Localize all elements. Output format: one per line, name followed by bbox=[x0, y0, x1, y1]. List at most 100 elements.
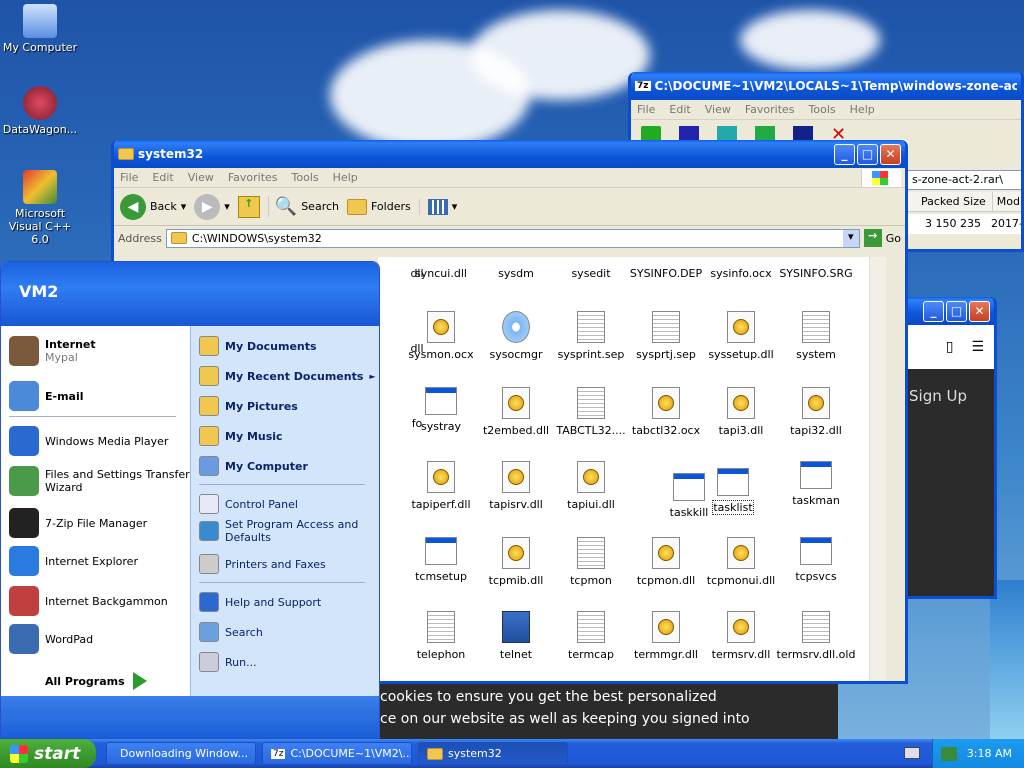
file-item[interactable]: tcmsetup bbox=[400, 537, 482, 583]
start-menu-program[interactable]: 7-Zip File Manager bbox=[9, 508, 147, 538]
file-view[interactable]: dll syncui.dll sysdm sysedit SYSINFO.DEP sysi… bbox=[378, 257, 886, 681]
menu-tools[interactable]: Tools bbox=[292, 171, 319, 184]
menu-help[interactable]: Help bbox=[333, 171, 358, 184]
file-item[interactable]: tapi32.dll bbox=[775, 387, 857, 437]
desktop-icon-my-computer[interactable]: My Computer bbox=[0, 4, 80, 54]
file-item[interactable]: tapi3.dll bbox=[700, 387, 782, 437]
file-item[interactable]: sysedit bbox=[550, 267, 632, 280]
menu-file[interactable]: File bbox=[637, 103, 655, 116]
menu-favorites[interactable]: Favorites bbox=[228, 171, 278, 184]
views-button[interactable]: ▾ bbox=[418, 198, 457, 215]
desktop-icon-visual-cpp[interactable]: Microsoft Visual C++ 6.0 bbox=[0, 170, 80, 246]
file-item[interactable]: tcpmib.dll bbox=[475, 537, 557, 587]
file-item[interactable]: sysocmgr bbox=[475, 311, 557, 361]
minimize-button[interactable]: _ bbox=[923, 300, 944, 322]
start-menu[interactable]: VM2 Internet Mypal E-mail Windows Media Pla… bbox=[0, 261, 380, 739]
start-menu-program[interactable]: Files and Settings Transfer Wizard bbox=[9, 466, 190, 496]
file-item[interactable]: tasklist bbox=[692, 468, 774, 515]
file-item[interactable]: tabctl32.ocx bbox=[625, 387, 707, 437]
file-item[interactable]: systray bbox=[400, 387, 482, 433]
file-item[interactable]: tcpsvcs bbox=[775, 537, 857, 583]
menu-tools[interactable]: Tools bbox=[809, 103, 836, 116]
start-menu-place[interactable]: My Computer bbox=[199, 456, 308, 476]
forward-button[interactable]: ▶ ▾ bbox=[194, 193, 230, 220]
explorer-title-bar[interactable]: system32 _ □ ✕ bbox=[114, 140, 905, 168]
file-item[interactable]: syncui.dll bbox=[400, 267, 482, 280]
file-item[interactable]: t2embed.dll bbox=[475, 387, 557, 437]
archive-row[interactable]: 3 150 235 2017- bbox=[907, 214, 1021, 234]
folders-button[interactable]: Folders bbox=[347, 198, 411, 215]
maximize-button[interactable]: □ bbox=[857, 143, 878, 165]
start-menu-place[interactable]: Control Panel bbox=[199, 494, 298, 514]
start-button[interactable]: start bbox=[0, 739, 96, 768]
file-item[interactable]: TABCTL32.... bbox=[550, 387, 632, 437]
go-button[interactable]: → Go bbox=[863, 229, 901, 247]
file-item[interactable]: tapiperf.dll bbox=[400, 461, 482, 511]
start-menu-place[interactable]: My Documents bbox=[199, 336, 317, 356]
address-field[interactable]: C:\WINDOWS\system32 ▾ bbox=[165, 228, 860, 248]
menu-help[interactable]: Help bbox=[850, 103, 875, 116]
start-menu-program[interactable]: Windows Media Player bbox=[9, 426, 168, 456]
back-button[interactable]: ◀ Back ▾ bbox=[120, 193, 186, 220]
menu-file[interactable]: File bbox=[120, 171, 138, 184]
file-item[interactable]: telephon bbox=[400, 611, 482, 661]
file-item[interactable]: taskman bbox=[775, 461, 857, 507]
file-item[interactable]: syssetup.dll bbox=[700, 311, 782, 361]
menu-edit[interactable]: Edit bbox=[152, 171, 173, 184]
taskbar-button-downloading[interactable]: Downloading Window... bbox=[106, 742, 256, 765]
file-item[interactable]: tcpmon bbox=[550, 537, 632, 587]
file-item[interactable]: tcpmonui.dll bbox=[700, 537, 782, 587]
start-menu-place[interactable]: Search bbox=[199, 622, 263, 642]
file-item[interactable]: tapisrv.dll bbox=[475, 461, 557, 511]
taskbar-button-system32[interactable]: system32 bbox=[418, 742, 568, 765]
start-menu-program[interactable]: WordPad bbox=[9, 624, 93, 654]
file-item[interactable]: termcap bbox=[550, 611, 632, 661]
file-item[interactable]: telnet bbox=[475, 611, 557, 661]
start-menu-program[interactable]: E-mail bbox=[9, 381, 84, 411]
clock[interactable]: 3:18 AM bbox=[967, 747, 1012, 760]
start-menu-place[interactable]: My Recent Documents ► bbox=[199, 366, 376, 386]
network-icon[interactable] bbox=[940, 746, 957, 761]
menu-edit[interactable]: Edit bbox=[669, 103, 690, 116]
column-packed-size[interactable]: Packed Size bbox=[907, 192, 993, 211]
start-menu-program[interactable]: Internet Mypal bbox=[9, 336, 96, 366]
maximize-button[interactable]: □ bbox=[946, 300, 967, 322]
close-button[interactable]: ✕ bbox=[969, 300, 990, 322]
reader-icon[interactable]: ▯ bbox=[946, 339, 954, 355]
menu-favorites[interactable]: Favorites bbox=[745, 103, 795, 116]
start-menu-program[interactable]: Internet Explorer bbox=[9, 546, 138, 576]
search-button[interactable]: 🔍 Search bbox=[267, 196, 339, 217]
address-dropdown-icon[interactable]: ▾ bbox=[842, 229, 859, 247]
archive-title-bar[interactable]: 7z C:\DOCUME~1\VM2\LOCALS~1\Temp\windows… bbox=[631, 72, 1021, 100]
file-item[interactable]: termsrv.dll bbox=[700, 611, 782, 661]
start-menu-place[interactable]: My Music bbox=[199, 426, 283, 446]
file-item[interactable]: sysprint.sep bbox=[550, 311, 632, 361]
close-button[interactable]: ✕ bbox=[880, 143, 901, 165]
minimize-button[interactable]: _ bbox=[834, 143, 855, 165]
taskbar-button-7zip[interactable]: 7z C:\DOCUME~1\VM2\... bbox=[262, 742, 412, 765]
start-menu-place[interactable]: Printers and Faxes bbox=[199, 554, 326, 574]
file-item[interactable]: sysinfo.ocx bbox=[700, 267, 782, 280]
file-item[interactable]: sysprtj.sep bbox=[625, 311, 707, 361]
start-menu-place[interactable]: Run... bbox=[199, 652, 257, 672]
file-item[interactable]: termmgr.dll bbox=[625, 611, 707, 661]
vertical-scrollbar[interactable] bbox=[869, 257, 886, 681]
file-item[interactable]: tcpmon.dll bbox=[625, 537, 707, 587]
file-item[interactable]: SYSINFO.SRG bbox=[775, 267, 857, 280]
menu-view[interactable]: View bbox=[188, 171, 214, 184]
file-item[interactable]: SYSINFO.DEP bbox=[625, 267, 707, 280]
start-menu-program[interactable]: Internet Backgammon bbox=[9, 586, 168, 616]
all-programs-button[interactable]: All Programs bbox=[45, 672, 147, 690]
file-item[interactable]: system bbox=[775, 311, 857, 361]
desktop-icon-datawagon[interactable]: DataWagon... bbox=[0, 86, 80, 136]
file-item[interactable]: tapiui.dll bbox=[550, 461, 632, 511]
up-button[interactable]: ↑ bbox=[237, 195, 260, 218]
keyboard-icon[interactable] bbox=[904, 747, 920, 759]
start-menu-place[interactable]: Help and Support bbox=[199, 592, 321, 612]
column-modified[interactable]: Modi bbox=[993, 192, 1021, 211]
file-item[interactable]: sysmon.ocx bbox=[400, 311, 482, 361]
file-item[interactable]: sysdm bbox=[475, 267, 557, 280]
start-menu-place[interactable]: My Pictures bbox=[199, 396, 298, 416]
start-menu-place[interactable]: Set Program Access and Defaults bbox=[199, 518, 365, 544]
menu-icon[interactable]: ☰ bbox=[971, 339, 984, 355]
